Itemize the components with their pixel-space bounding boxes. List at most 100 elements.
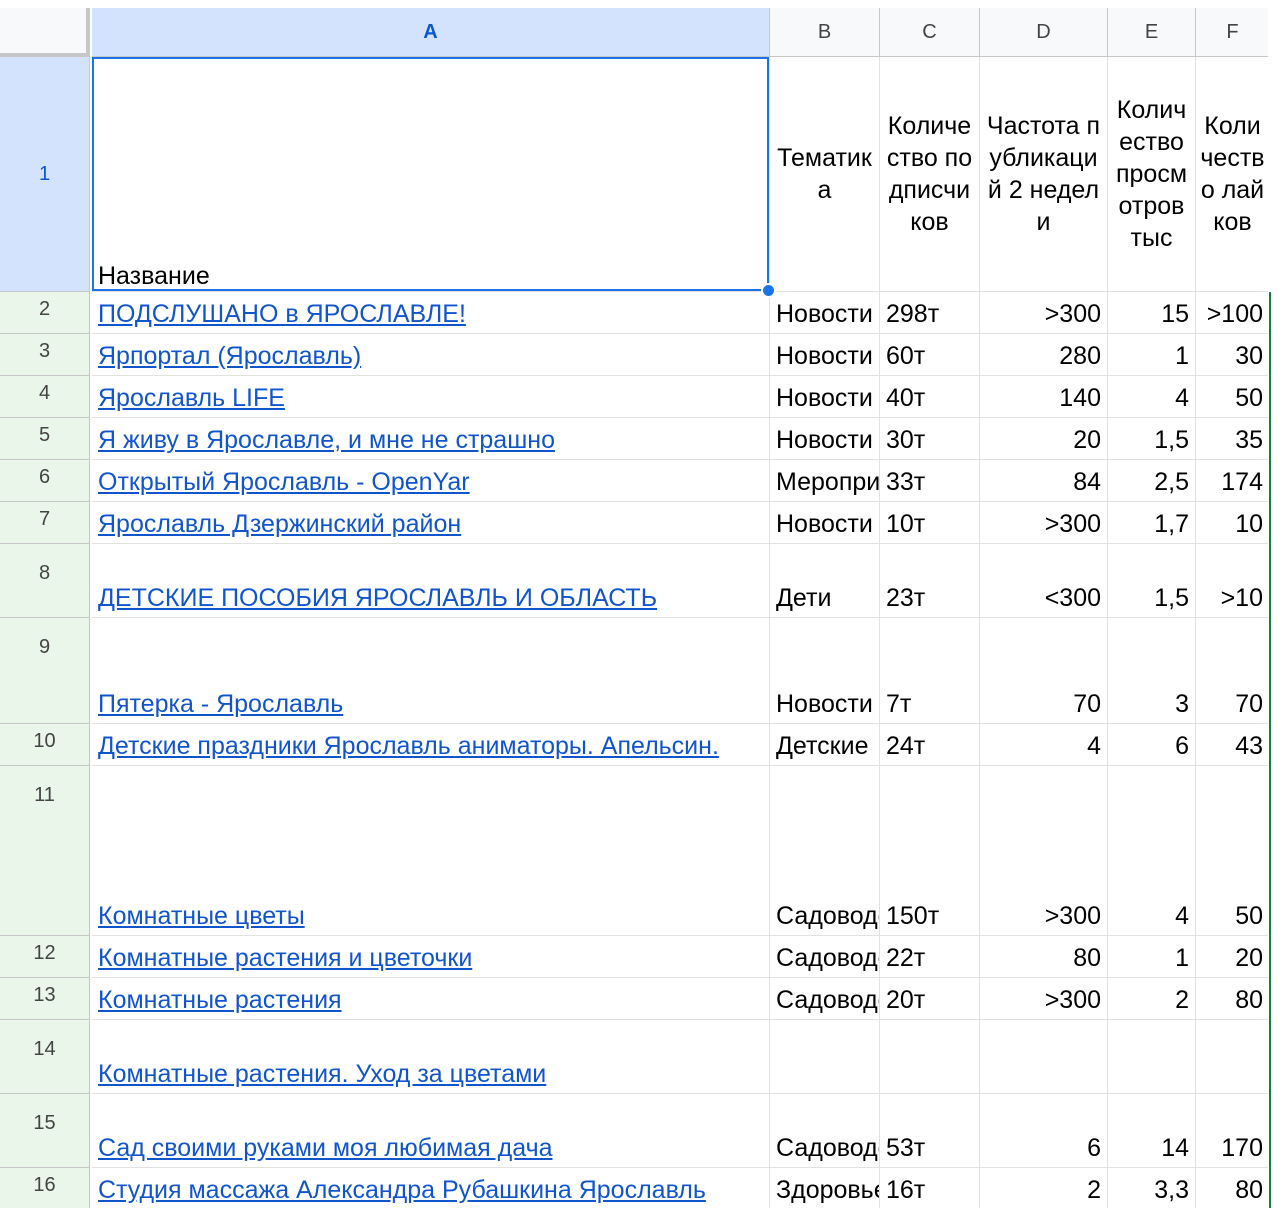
cell-c[interactable]: 20т <box>880 978 980 1020</box>
cell-c[interactable]: 22т <box>880 936 980 978</box>
row-header[interactable]: 3 <box>0 334 90 376</box>
cell-a[interactable]: Сад своими руками моя любимая дача <box>92 1094 770 1168</box>
cell-a[interactable]: Ярославль LIFE <box>92 376 770 418</box>
channel-link[interactable]: Комнатные растения и цветочки <box>98 943 472 973</box>
cell-d[interactable]: 70 <box>980 618 1108 724</box>
cell-e[interactable]: 14 <box>1108 1094 1196 1168</box>
select-all-corner[interactable] <box>0 8 90 57</box>
cell-e[interactable]: 1,7 <box>1108 502 1196 544</box>
cell-a[interactable]: Я живу в Ярославле, и мне не страшно <box>92 418 770 460</box>
cell-c[interactable]: 10т <box>880 502 980 544</box>
cell-a[interactable]: Комнатные растения <box>92 978 770 1020</box>
row-header-1[interactable]: 1 <box>0 57 90 292</box>
cell-c[interactable]: 33т <box>880 460 980 502</box>
cell-a[interactable]: Комнатные цветы <box>92 766 770 936</box>
cell-c[interactable] <box>880 1020 980 1094</box>
cell-b[interactable]: Садоводство <box>770 936 880 978</box>
cell-e[interactable]: 2 <box>1108 978 1196 1020</box>
cell-d[interactable]: 80 <box>980 936 1108 978</box>
cell-f[interactable]: 10 <box>1196 502 1270 544</box>
row-header[interactable]: 2 <box>0 292 90 334</box>
cell-d[interactable]: <300 <box>980 544 1108 618</box>
channel-link[interactable]: Ярославль Дзержинский район <box>98 509 461 539</box>
channel-link[interactable]: ПОДСЛУШАНО в ЯРОСЛАВЛЕ! <box>98 299 466 329</box>
channel-link[interactable]: Ярпортал (Ярославль) <box>98 341 361 371</box>
cell-b[interactable]: Садоводство <box>770 766 880 936</box>
cell-b[interactable]: Здоровье <box>770 1168 880 1208</box>
row-header[interactable]: 12 <box>0 936 90 978</box>
cell-b[interactable] <box>770 1020 880 1094</box>
cell-e[interactable]: 1,5 <box>1108 418 1196 460</box>
cell-b[interactable]: Новости <box>770 376 880 418</box>
column-header-a[interactable]: A <box>92 8 770 57</box>
column-header-b[interactable]: B <box>770 8 880 57</box>
cell-e[interactable]: 1,5 <box>1108 544 1196 618</box>
row-header[interactable]: 5 <box>0 418 90 460</box>
cell-f[interactable]: 50 <box>1196 766 1270 936</box>
channel-link[interactable]: Комнатные растения. Уход за цветами <box>98 1059 546 1089</box>
cell-f[interactable]: 35 <box>1196 418 1270 460</box>
cell-f[interactable]: >100 <box>1196 292 1270 334</box>
cell-a[interactable]: Студия массажа Александра Рубашкина Ярос… <box>92 1168 770 1208</box>
cell-d[interactable]: 2 <box>980 1168 1108 1208</box>
channel-link[interactable]: Комнатные цветы <box>98 901 305 931</box>
cell-d[interactable]: >300 <box>980 502 1108 544</box>
cell-a[interactable]: Комнатные растения. Уход за цветами <box>92 1020 770 1094</box>
row-header[interactable]: 9 <box>0 618 90 724</box>
channel-link[interactable]: Пятерка - Ярославль <box>98 689 343 719</box>
cell-e[interactable]: 3,3 <box>1108 1168 1196 1208</box>
cell-d[interactable]: 84 <box>980 460 1108 502</box>
cell-e[interactable]: 2,5 <box>1108 460 1196 502</box>
cell-d[interactable]: 20 <box>980 418 1108 460</box>
channel-link[interactable]: Студия массажа Александра Рубашкина Ярос… <box>98 1175 706 1205</box>
cell-d[interactable]: 4 <box>980 724 1108 766</box>
cell-a[interactable]: Пятерка - Ярославль <box>92 618 770 724</box>
cell-c[interactable]: 298т <box>880 292 980 334</box>
cell-b[interactable]: Детские <box>770 724 880 766</box>
cell-c[interactable]: 7т <box>880 618 980 724</box>
cell-e[interactable]: 4 <box>1108 766 1196 936</box>
header-cell-e[interactable]: Количество просмотров тыс <box>1108 57 1196 292</box>
cell-d[interactable]: >300 <box>980 978 1108 1020</box>
row-header[interactable]: 13 <box>0 978 90 1020</box>
channel-link[interactable]: Открытый Ярославль - OpenYar <box>98 467 470 497</box>
cell-b[interactable]: Новости <box>770 334 880 376</box>
cell-f[interactable]: 174 <box>1196 460 1270 502</box>
column-header-e[interactable]: E <box>1108 8 1196 57</box>
row-header[interactable]: 7 <box>0 502 90 544</box>
row-header[interactable]: 8 <box>0 544 90 618</box>
row-header[interactable]: 11 <box>0 766 90 936</box>
cell-d[interactable]: >300 <box>980 292 1108 334</box>
cell-e[interactable]: 3 <box>1108 618 1196 724</box>
fill-handle[interactable] <box>761 283 776 298</box>
cell-b[interactable]: Садоводство <box>770 1094 880 1168</box>
column-header-c[interactable]: C <box>880 8 980 57</box>
cell-f[interactable]: 170 <box>1196 1094 1270 1168</box>
row-header[interactable]: 4 <box>0 376 90 418</box>
channel-link[interactable]: Детские праздники Ярославль аниматоры. А… <box>98 731 719 761</box>
cell-a[interactable]: ПОДСЛУШАНО в ЯРОСЛАВЛЕ! <box>92 292 770 334</box>
cell-f[interactable]: >10 <box>1196 544 1270 618</box>
cell-a[interactable]: Открытый Ярославль - OpenYar <box>92 460 770 502</box>
cell-f[interactable] <box>1196 1020 1270 1094</box>
row-header[interactable]: 10 <box>0 724 90 766</box>
column-header-f[interactable]: F <box>1196 8 1270 57</box>
cell-f[interactable]: 80 <box>1196 1168 1270 1208</box>
cell-c[interactable]: 16т <box>880 1168 980 1208</box>
spreadsheet-grid[interactable]: ABCDEF 1 2 3 4 5 6 7 8 9 10 11 12 13 14 15 16 Название Т… <box>0 0 1278 1208</box>
cell-c[interactable]: 150т <box>880 766 980 936</box>
header-cell-c[interactable]: Количество подписчиков <box>880 57 980 292</box>
cell-b[interactable]: Новости <box>770 418 880 460</box>
cell-f[interactable]: 80 <box>1196 978 1270 1020</box>
channel-link[interactable]: Сад своими руками моя любимая дача <box>98 1133 553 1163</box>
channel-link[interactable]: Ярославль LIFE <box>98 383 285 413</box>
cell-c[interactable]: 23т <box>880 544 980 618</box>
cell-b[interactable]: Дети <box>770 544 880 618</box>
cell-a[interactable]: Детские праздники Ярославль аниматоры. А… <box>92 724 770 766</box>
cell-a[interactable]: ДЕТСКИЕ ПОСОБИЯ ЯРОСЛАВЛЬ И ОБЛАСТЬ <box>92 544 770 618</box>
cell-a[interactable]: Ярпортал (Ярославль) <box>92 334 770 376</box>
cell-c[interactable]: 53т <box>880 1094 980 1168</box>
cell-f[interactable]: 70 <box>1196 618 1270 724</box>
cell-b[interactable]: Мероприятия <box>770 460 880 502</box>
cell-e[interactable]: 1 <box>1108 936 1196 978</box>
